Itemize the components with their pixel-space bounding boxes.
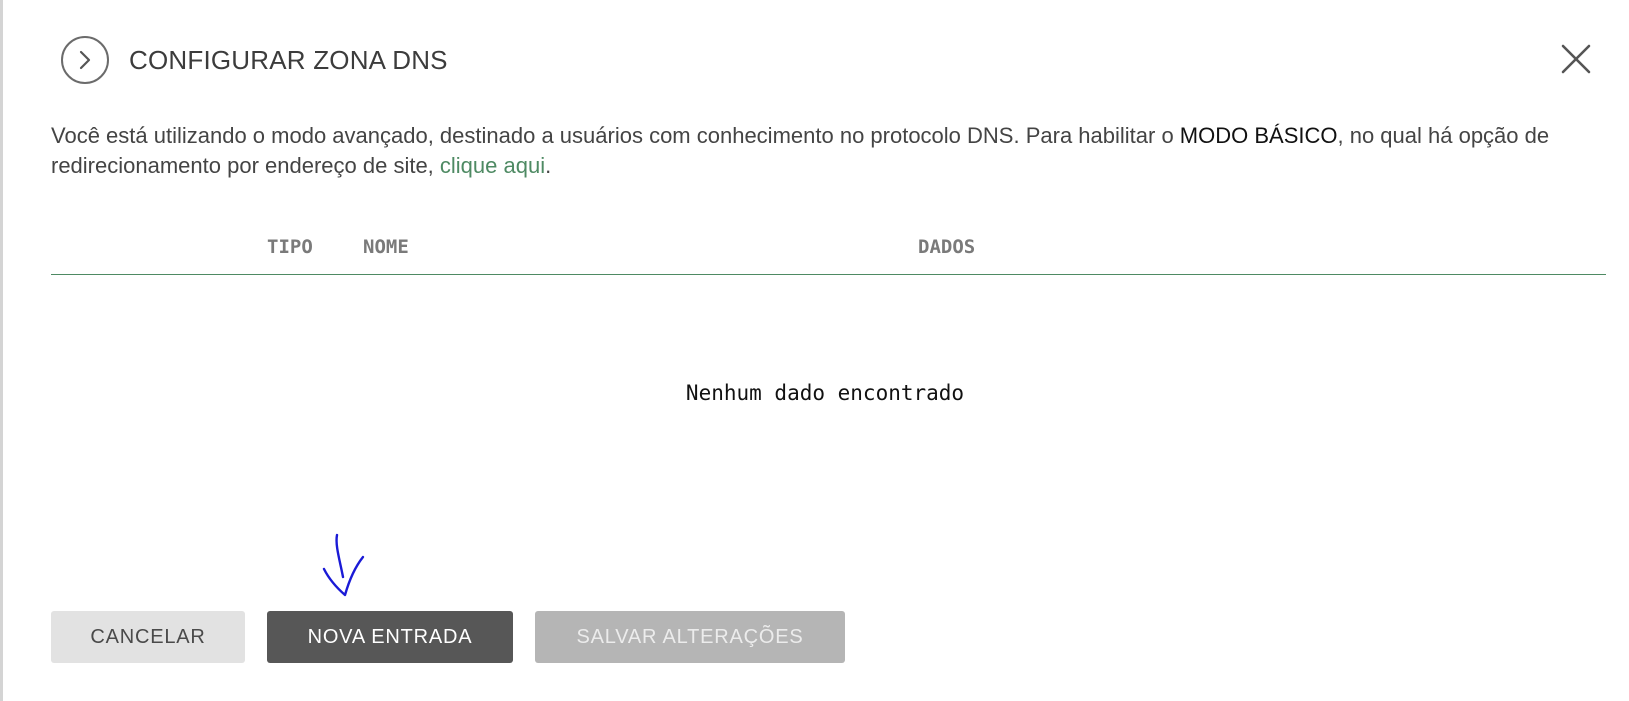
advanced-mode-notice: Você está utilizando o modo avançado, de…: [51, 121, 1571, 181]
column-header-tipo: TIPO: [267, 236, 313, 258]
notice-text-start: Você está utilizando o modo avançado, de…: [51, 123, 1180, 148]
notice-text-end: .: [545, 153, 552, 178]
empty-table-message: Nenhum dado encontrado: [685, 381, 965, 405]
dialog-title: CONFIGURAR ZONA DNS: [129, 44, 448, 75]
column-header-nome: NOME: [363, 236, 409, 258]
dns-zone-dialog: CONFIGURAR ZONA DNS Você está utilizando…: [0, 0, 1629, 701]
annotation-arrow: [321, 533, 367, 604]
hand-drawn-arrow-icon: [322, 533, 365, 597]
back-button[interactable]: [61, 36, 109, 84]
enable-basic-mode-link[interactable]: clique aqui: [440, 153, 545, 178]
cancel-button[interactable]: CANCELAR: [51, 611, 245, 663]
dns-table-header: TIPO NOME DADOS: [51, 236, 1606, 275]
save-changes-button[interactable]: SALVAR ALTERAÇÕES: [535, 611, 845, 663]
close-button[interactable]: [1559, 42, 1593, 76]
column-header-dados: DADOS: [918, 236, 976, 258]
close-icon: [1561, 44, 1591, 74]
chevron-right-icon: [79, 50, 91, 70]
dialog-header: CONFIGURAR ZONA DNS: [61, 36, 448, 84]
new-entry-button[interactable]: NOVA ENTRADA: [267, 611, 513, 663]
basic-mode-label: MODO BÁSICO: [1179, 123, 1338, 148]
